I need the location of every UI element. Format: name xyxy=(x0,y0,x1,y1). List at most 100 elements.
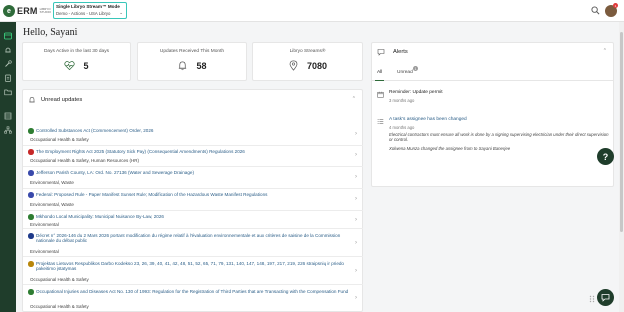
country-flag-icon xyxy=(28,261,34,267)
country-flag-icon xyxy=(28,289,34,295)
stat-card-updates: Updates Received This Month 58 xyxy=(137,42,247,81)
alert-footer: Xolwena Munza changed the assignee from … xyxy=(389,146,511,151)
alerts-title: Alerts xyxy=(393,49,408,55)
unread-count-badge: 1 xyxy=(413,66,418,71)
chevron-right-icon[interactable]: › xyxy=(355,152,357,158)
mode-title: Single Libryo Stream™ Mode xyxy=(56,4,120,9)
stat-label: Days Active in the last 30 days xyxy=(43,49,110,54)
sidebar-tasks-icon[interactable] xyxy=(3,73,13,83)
update-category: Occupational Health & Safety, Human Reso… xyxy=(30,158,139,163)
sidebar-tools-icon[interactable] xyxy=(3,59,13,69)
update-title[interactable]: Occupational Injuries and Diseases Act N… xyxy=(36,289,354,294)
stat-value: 58 xyxy=(196,60,207,71)
update-title[interactable]: Projektas Lietuvos Respublikos Darbo Kod… xyxy=(36,261,354,272)
notification-badge: 1 xyxy=(613,3,618,8)
update-title[interactable]: Federal: Proposed Rule - Paper Manifest … xyxy=(36,192,354,197)
update-category: Occupational Health & Safety xyxy=(30,277,89,282)
logo-name: ERM xyxy=(17,6,38,16)
erm-logo[interactable]: e ERM LIBRYO STUDIO xyxy=(3,4,51,18)
chevron-up-icon[interactable]: ⌃ xyxy=(603,48,607,54)
country-flag-icon xyxy=(28,192,34,198)
country-flag-icon xyxy=(28,128,34,134)
page-greeting: Hello, Sayani xyxy=(23,27,78,38)
update-title[interactable]: Controlled Substances Act (Commencement)… xyxy=(36,128,354,133)
sidebar-notifications-icon[interactable] xyxy=(3,45,13,55)
update-category: Occupational Health & Safety xyxy=(30,137,89,142)
tab-all[interactable]: All xyxy=(377,70,382,75)
sidebar-reports-icon[interactable] xyxy=(3,111,13,121)
stat-label: Updates Received This Month xyxy=(159,49,225,54)
unread-updates-header: Unread updates ⌃ xyxy=(23,90,362,112)
alerts-header: Alerts ⌃ xyxy=(372,43,613,65)
update-category: Occupational Health & Safety xyxy=(30,304,89,309)
active-tab-indicator xyxy=(375,80,384,81)
unread-updates-title: Unread updates xyxy=(41,97,83,103)
alerts-tabs: All Unread 1 xyxy=(372,65,613,81)
update-item[interactable]: Controlled Substances Act (Commencement)… xyxy=(23,126,363,146)
chevron-up-icon[interactable]: ⌃ xyxy=(352,96,356,102)
scrollbar-thumb[interactable] xyxy=(620,32,623,232)
sidebar-folder-icon[interactable] xyxy=(3,87,13,97)
mode-selector[interactable]: Single Libryo Stream™ Mode Demo - Action… xyxy=(53,2,127,19)
chevron-right-icon[interactable]: › xyxy=(355,240,357,246)
update-category: Environmental xyxy=(30,249,59,254)
chevron-right-icon[interactable]: › xyxy=(355,196,357,202)
update-item[interactable]: Décret n° 2026-146 du 2 Mars 2026 portan… xyxy=(23,231,363,257)
bell-icon xyxy=(179,61,187,71)
bell-icon xyxy=(29,96,35,103)
update-item[interactable]: Jefferson Parish County, LA: Ord. No. 27… xyxy=(23,168,363,189)
country-flag-icon xyxy=(28,214,34,220)
calendar-icon xyxy=(377,91,384,98)
alert-item[interactable]: A task's assignee has been changed 4 mon… xyxy=(372,117,613,177)
pulse-heart-icon xyxy=(64,61,76,71)
task-list-icon xyxy=(377,119,384,124)
update-category: Environmental xyxy=(30,222,59,227)
chat-button[interactable] xyxy=(597,289,614,306)
mode-stream-name: Demo - Actions - USA Libryo xyxy=(56,10,111,16)
alert-title[interactable]: Reminder: Update permit xyxy=(389,90,443,95)
sidebar-dashboard-icon[interactable] xyxy=(3,31,13,41)
alert-time: 3 months ago xyxy=(389,98,415,103)
chevron-right-icon[interactable]: › xyxy=(355,174,357,180)
chevron-down-icon: ⌄ xyxy=(119,10,123,15)
alert-title[interactable]: A task's assignee has been changed xyxy=(389,117,467,122)
update-title[interactable]: The Employment Rights Act 2025 (Statutor… xyxy=(36,149,354,154)
page-scrollbar[interactable] xyxy=(619,22,624,312)
country-flag-icon xyxy=(28,170,34,176)
sidebar xyxy=(0,22,16,312)
chevron-right-icon[interactable]: › xyxy=(355,268,357,274)
country-flag-icon xyxy=(28,233,34,239)
chat-icon xyxy=(601,294,610,302)
stat-value: 5 xyxy=(83,60,89,71)
stat-card-streams: Libryo Streams® 7080 xyxy=(252,42,363,81)
alert-item[interactable]: Reminder: Update permit 3 months ago xyxy=(372,90,613,106)
update-item[interactable]: The Employment Rights Act 2025 (Statutor… xyxy=(23,147,363,167)
country-flag-icon xyxy=(28,149,34,155)
stat-label: Libryo Streams® xyxy=(289,49,326,54)
stat-value: 7080 xyxy=(306,60,328,71)
update-category: Environmental, Waste xyxy=(30,180,74,185)
update-title[interactable]: Mkhondo Local Municipality: Municipal Nu… xyxy=(36,214,354,219)
location-pin-icon xyxy=(289,60,298,71)
sidebar-organisation-icon[interactable] xyxy=(3,125,13,135)
chevron-right-icon[interactable]: › xyxy=(355,131,357,137)
update-category: Environmental, Waste xyxy=(30,202,74,207)
alert-time: 4 months ago xyxy=(389,125,415,130)
chevron-right-icon[interactable]: › xyxy=(355,217,357,223)
top-bar: e ERM LIBRYO STUDIO Single Libryo Stream… xyxy=(0,0,624,22)
update-item[interactable]: Federal: Proposed Rule - Paper Manifest … xyxy=(23,190,363,211)
update-title[interactable]: Décret n° 2026-146 du 2 Mars 2026 portan… xyxy=(36,233,354,244)
update-item[interactable]: Occupational Injuries and Diseases Act N… xyxy=(23,287,363,312)
drag-handle-icon[interactable] xyxy=(589,295,595,303)
stat-card-days-active: Days Active in the last 30 days 5 xyxy=(22,42,131,81)
alerts-panel: Alerts ⌃ All Unread 1 Reminder: Update p… xyxy=(371,42,614,187)
update-item[interactable]: Projektas Lietuvos Respublikos Darbo Kod… xyxy=(23,259,363,285)
update-title[interactable]: Jefferson Parish County, LA: Ord. No. 27… xyxy=(36,170,354,175)
chevron-right-icon[interactable]: › xyxy=(355,295,357,301)
logo-subtitle: LIBRYO STUDIO xyxy=(39,6,51,14)
search-icon[interactable] xyxy=(591,6,600,15)
help-button[interactable]: ? xyxy=(597,148,614,165)
tab-unread[interactable]: Unread xyxy=(397,70,413,75)
update-item[interactable]: Mkhondo Local Municipality: Municipal Nu… xyxy=(23,212,363,229)
alert-body: Electrical contractors must ensure all w… xyxy=(389,132,609,143)
